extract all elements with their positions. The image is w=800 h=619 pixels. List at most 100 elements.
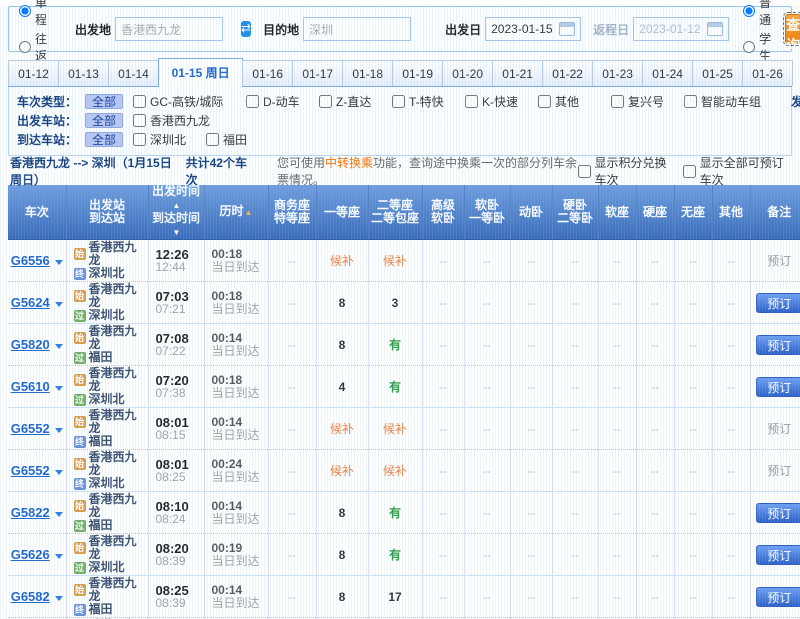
round-trip-radio-input[interactable] xyxy=(19,41,31,53)
transfer-link[interactable]: 中转换乘 xyxy=(325,156,373,170)
filter-option-train_type[interactable]: Z-直达 xyxy=(319,93,381,110)
book-button[interactable]: 预订 xyxy=(756,293,800,313)
from-input[interactable] xyxy=(115,17,223,41)
calendar-icon[interactable] xyxy=(559,22,575,36)
sort-arrow-icon[interactable]: ▲ xyxy=(173,201,181,210)
train-number-link[interactable]: G6552 xyxy=(11,421,50,436)
arrive-time: 07:38 xyxy=(156,387,204,400)
train-number-link[interactable]: G6582 xyxy=(11,589,50,604)
show-points-toggle[interactable]: 显示积分兑换车次 xyxy=(578,154,675,188)
column-header[interactable]: 出发时间▲到达时间▼ xyxy=(148,185,204,240)
sort-arrow-icon[interactable]: ▲ xyxy=(245,208,253,217)
filter-checkbox[interactable] xyxy=(465,95,478,108)
one-way-radio-input[interactable] xyxy=(19,5,31,17)
depart-station-all-button[interactable]: 全部 xyxy=(85,113,123,128)
student-passenger-radio-input[interactable] xyxy=(743,41,755,53)
arrive-station-all-button[interactable]: 全部 xyxy=(85,132,123,147)
soft-seat-cell: -- xyxy=(598,408,636,450)
one-way-radio[interactable]: 单程 xyxy=(19,0,47,28)
filter-option-arrive_station[interactable]: 深圳北 xyxy=(133,131,195,148)
train-type-all-button[interactable]: 全部 xyxy=(85,94,123,109)
filter-option-train_type[interactable]: 其他 xyxy=(538,93,600,110)
book-button[interactable]: 预订 xyxy=(756,335,800,355)
date-tab[interactable]: 01-19 xyxy=(392,60,443,86)
from-label: 出发地 xyxy=(75,21,111,38)
filter-option-train_type[interactable]: 智能动车组 xyxy=(684,93,780,110)
search-panel: 单程 往返 出发地 目的地 出发日 返程日 普通 学生 查询 xyxy=(8,6,792,52)
book-button[interactable]: 预订 xyxy=(756,503,800,523)
date-tab[interactable]: 01-13 xyxy=(58,60,109,86)
filter-option-arrive_station[interactable]: 福田 xyxy=(206,131,268,148)
filter-checkbox[interactable] xyxy=(538,95,551,108)
filter-checkbox[interactable] xyxy=(133,95,146,108)
train-number-link[interactable]: G5626 xyxy=(11,547,50,562)
to-input[interactable] xyxy=(303,17,411,41)
date-tab[interactable]: 01-14 xyxy=(108,60,159,86)
query-button[interactable]: 查询 xyxy=(785,14,800,44)
arrive-station-name: 福田 xyxy=(89,435,113,448)
premium-sleeper-cell: -- xyxy=(422,324,464,366)
filter-option-train_type[interactable]: D-动车 xyxy=(246,93,308,110)
book-button[interactable]: 预订 xyxy=(756,587,800,607)
column-header[interactable]: 历时▲ xyxy=(204,185,268,240)
date-tab[interactable]: 01-24 xyxy=(642,60,693,86)
date-tab[interactable]: 01-26 xyxy=(742,60,793,86)
filter-checkbox[interactable] xyxy=(392,95,405,108)
swap-stations-icon[interactable] xyxy=(241,21,251,37)
filter-option-train_type[interactable]: 复兴号 xyxy=(611,93,673,110)
date-tab[interactable]: 01-23 xyxy=(592,60,643,86)
expand-caret-icon[interactable] xyxy=(55,428,63,433)
expand-caret-icon[interactable] xyxy=(55,260,63,265)
date-tab[interactable]: 01-25 xyxy=(692,60,743,86)
train-number-link[interactable]: G6556 xyxy=(11,253,50,268)
expand-caret-icon[interactable] xyxy=(55,302,63,307)
train-number-link[interactable]: G5822 xyxy=(11,505,50,520)
date-tab[interactable]: 01-18 xyxy=(342,60,393,86)
round-trip-radio[interactable]: 往返 xyxy=(19,30,47,64)
hard-sleeper-cell: -- xyxy=(552,366,598,408)
filter-checkbox[interactable] xyxy=(206,133,219,146)
date-tab[interactable]: 01-21 xyxy=(492,60,543,86)
date-tab[interactable]: 01-15 周日 xyxy=(158,58,243,87)
expand-caret-icon[interactable] xyxy=(55,596,63,601)
other-seat-cell: -- xyxy=(712,576,750,618)
expand-caret-icon[interactable] xyxy=(55,554,63,559)
expand-caret-icon[interactable] xyxy=(55,386,63,391)
filter-option-train_type[interactable]: T-特快 xyxy=(392,93,454,110)
show-points-checkbox[interactable] xyxy=(578,165,591,178)
date-tab[interactable]: 01-12 xyxy=(8,60,59,86)
filter-option-train_type[interactable]: K-快速 xyxy=(465,93,527,110)
date-tab[interactable]: 01-16 xyxy=(242,60,293,86)
filter-checkbox[interactable] xyxy=(319,95,332,108)
student-passenger-radio[interactable]: 学生 xyxy=(743,30,771,64)
sort-arrow-icon[interactable]: ▼ xyxy=(173,228,181,237)
train-number-link[interactable]: G5820 xyxy=(11,337,50,352)
date-tab[interactable]: 01-20 xyxy=(442,60,493,86)
show-all-bookable-toggle[interactable]: 显示全部可预订车次 xyxy=(683,154,790,188)
expand-caret-icon[interactable] xyxy=(55,344,63,349)
filter-checkbox[interactable] xyxy=(133,133,146,146)
expand-caret-icon[interactable] xyxy=(55,470,63,475)
filter-option-depart_station[interactable]: 香港西九龙 xyxy=(133,112,210,129)
expand-caret-icon[interactable] xyxy=(55,512,63,517)
train-number-link[interactable]: G5624 xyxy=(11,295,50,310)
train-number-link[interactable]: G6552 xyxy=(11,463,50,478)
filter-checkbox[interactable] xyxy=(246,95,259,108)
show-all-bookable-checkbox[interactable] xyxy=(683,165,696,178)
filter-checkbox[interactable] xyxy=(133,114,146,127)
premium-sleeper-cell: -- xyxy=(422,534,464,576)
second-class-cell: 3 xyxy=(368,282,422,324)
date-tab[interactable]: 01-17 xyxy=(292,60,343,86)
train-table: 车次出发站到达站出发时间▲到达时间▼历时▲商务座特等座一等座二等座二等包座高级软… xyxy=(8,185,800,619)
train-number-link[interactable]: G5610 xyxy=(11,379,50,394)
normal-passenger-radio[interactable]: 普通 xyxy=(743,0,771,28)
book-button[interactable]: 预订 xyxy=(756,377,800,397)
book-button[interactable]: 预订 xyxy=(756,545,800,565)
filter-checkbox[interactable] xyxy=(684,95,697,108)
normal-passenger-radio-input[interactable] xyxy=(743,5,755,17)
date-tab[interactable]: 01-22 xyxy=(542,60,593,86)
filter-checkbox[interactable] xyxy=(611,95,624,108)
duration-cell: 00:14当日到达 xyxy=(204,324,268,366)
filter-option-train_type[interactable]: GC-高铁/城际 xyxy=(133,93,235,110)
start-station-icon: 始 xyxy=(74,542,86,554)
